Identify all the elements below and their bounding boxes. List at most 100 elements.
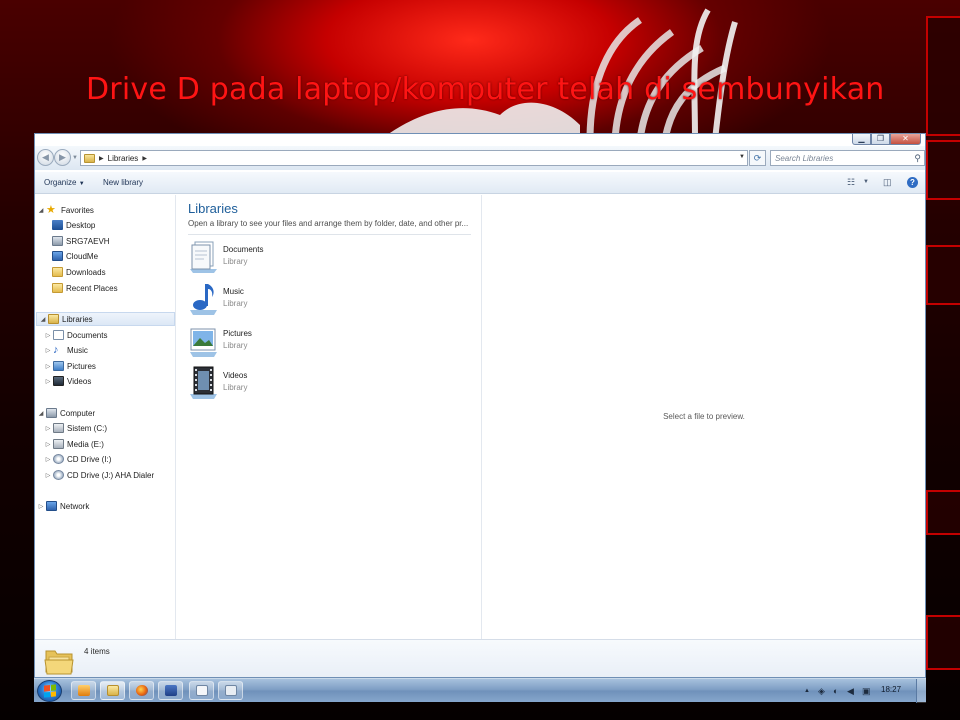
library-type: Library xyxy=(223,383,248,392)
library-item-documents[interactable]: Documents Library xyxy=(188,239,388,275)
tree-label: Favorites xyxy=(61,205,94,215)
window-icon xyxy=(224,685,237,696)
search-input[interactable] xyxy=(775,153,905,163)
media-player-icon xyxy=(77,685,90,696)
window-controls: ▁ ❐ ✕ xyxy=(852,134,921,145)
expand-arrow-icon[interactable]: ◢ xyxy=(37,410,45,417)
taskbar-document[interactable] xyxy=(189,681,214,700)
collapse-arrow-icon[interactable]: ▷ xyxy=(44,378,52,385)
tree-item-desktop[interactable]: Desktop xyxy=(51,218,95,232)
taskbar-media-player[interactable] xyxy=(71,681,96,700)
action-center-icon[interactable]: ▣ xyxy=(862,686,871,697)
tree-favorites[interactable]: ◢ ★ Favorites xyxy=(37,203,94,217)
close-button[interactable]: ✕ xyxy=(890,134,921,145)
tree-item-media-e[interactable]: ▷ Media (E:) xyxy=(44,437,104,451)
tree-item-cloudme[interactable]: CloudMe xyxy=(51,249,98,263)
power-tray-icon[interactable]: ◐ xyxy=(833,686,838,696)
chat-icon xyxy=(164,685,177,696)
tree-item-sistem-c[interactable]: ▷ Sistem (C:) xyxy=(44,421,107,435)
cd-drive-icon xyxy=(53,470,64,480)
volume-icon[interactable]: ◀ xyxy=(847,686,854,697)
collapse-arrow-icon[interactable]: ▷ xyxy=(44,472,52,479)
taskbar-messenger[interactable] xyxy=(158,681,183,700)
help-icon[interactable]: ? xyxy=(907,177,918,188)
address-bar[interactable]: ▶ Libraries ▶ ▼ xyxy=(80,150,748,166)
tree-item-cd-drive-j[interactable]: ▷ CD Drive (J:) AHA Dialer xyxy=(44,468,154,482)
tree-item-srg7aevh[interactable]: SRG7AEVH xyxy=(51,234,110,248)
collapse-arrow-icon[interactable]: ▷ xyxy=(44,425,52,432)
tree-item-recent-places[interactable]: Recent Places xyxy=(51,281,118,295)
forward-button[interactable]: ▶ xyxy=(54,149,71,166)
taskbar-window[interactable] xyxy=(218,681,243,700)
library-name: Documents xyxy=(223,245,264,254)
address-dropdown-icon[interactable]: ▼ xyxy=(739,154,745,160)
clock[interactable]: 18:27 xyxy=(881,685,901,694)
tree-label: Pictures xyxy=(67,361,96,371)
item-count: 4 items xyxy=(84,647,110,656)
breadcrumb-libraries[interactable]: Libraries xyxy=(108,154,139,163)
collapse-arrow-icon[interactable]: ▷ xyxy=(44,441,52,448)
pictures-library-icon xyxy=(190,328,217,357)
tree-label: Downloads xyxy=(66,267,106,277)
minimize-button[interactable]: ▁ xyxy=(852,134,871,145)
tree-computer[interactable]: ◢ Computer xyxy=(37,406,95,420)
tree-item-documents[interactable]: ▷ Documents xyxy=(44,328,107,342)
tree-network[interactable]: ▷ Network xyxy=(37,499,89,513)
libraries-icon xyxy=(48,314,59,324)
view-options-chevron-icon[interactable]: ▼ xyxy=(863,179,869,185)
show-hidden-icons-icon[interactable]: ▲ xyxy=(804,688,810,694)
tree-item-downloads[interactable]: Downloads xyxy=(51,265,106,279)
videos-library-icon xyxy=(190,366,217,399)
documents-library-icon xyxy=(190,241,217,273)
decorative-bar xyxy=(926,490,960,535)
change-view-icon[interactable]: ☷ xyxy=(847,177,855,188)
library-type: Library xyxy=(223,257,248,266)
library-item-music[interactable]: Music Library xyxy=(188,281,388,317)
tree-item-videos[interactable]: ▷ Videos xyxy=(44,374,91,388)
chevron-right-icon[interactable]: ▶ xyxy=(142,155,147,162)
library-item-videos[interactable]: Videos Library xyxy=(188,365,388,401)
tree-label: Recent Places xyxy=(66,283,118,293)
expand-arrow-icon[interactable]: ◢ xyxy=(37,207,45,214)
decorative-bar xyxy=(926,615,960,670)
search-icon[interactable]: ⚲ xyxy=(914,153,921,164)
library-name: Music xyxy=(223,287,244,296)
network-tray-icon[interactable]: ◈ xyxy=(818,686,825,697)
content-pane: Libraries Open a library to see your fil… xyxy=(177,195,481,639)
collapse-arrow-icon[interactable]: ▷ xyxy=(37,503,45,510)
recent-pages-dropdown[interactable]: ▼ xyxy=(72,155,78,161)
tree-item-pictures[interactable]: ▷ Pictures xyxy=(44,359,96,373)
tree-item-cd-drive-i[interactable]: ▷ CD Drive (I:) xyxy=(44,452,111,466)
chevron-right-icon[interactable]: ▶ xyxy=(99,155,104,162)
music-icon: ♪ xyxy=(53,344,59,356)
firefox-icon xyxy=(135,685,148,696)
organize-button[interactable]: Organize ▼ xyxy=(44,178,85,187)
collapse-arrow-icon[interactable]: ▷ xyxy=(44,363,52,370)
library-item-pictures[interactable]: Pictures Library xyxy=(188,323,388,359)
document-icon xyxy=(195,685,208,696)
command-bar: Organize ▼ New library ☷ ▼ ◫ ? xyxy=(35,172,925,194)
tree-item-music[interactable]: ▷ ♪ Music xyxy=(44,343,88,357)
preview-pane-icon[interactable]: ◫ xyxy=(883,177,892,188)
expand-arrow-icon[interactable]: ◢ xyxy=(39,316,47,323)
tree-libraries[interactable]: ◢ Libraries xyxy=(36,312,175,326)
computer-icon xyxy=(46,408,57,418)
refresh-button[interactable]: ⟳ xyxy=(749,150,766,166)
collapse-arrow-icon[interactable]: ▷ xyxy=(44,347,52,354)
music-library-icon xyxy=(190,284,217,315)
taskbar-firefox[interactable] xyxy=(129,681,154,700)
start-button[interactable] xyxy=(37,680,62,702)
back-button[interactable]: ◀ xyxy=(37,149,54,166)
maximize-button[interactable]: ❐ xyxy=(871,134,890,145)
hard-drive-icon xyxy=(53,439,64,449)
library-type: Library xyxy=(223,341,248,350)
collapse-arrow-icon[interactable]: ▷ xyxy=(44,456,52,463)
new-library-button[interactable]: New library xyxy=(103,178,143,187)
computer-icon xyxy=(52,236,63,246)
collapse-arrow-icon[interactable]: ▷ xyxy=(44,332,52,339)
network-icon xyxy=(46,501,57,511)
taskbar-explorer[interactable] xyxy=(100,681,125,700)
show-desktop-button[interactable] xyxy=(916,679,926,703)
tree-label: Libraries xyxy=(62,314,93,324)
search-box[interactable]: ⚲ xyxy=(770,150,925,166)
